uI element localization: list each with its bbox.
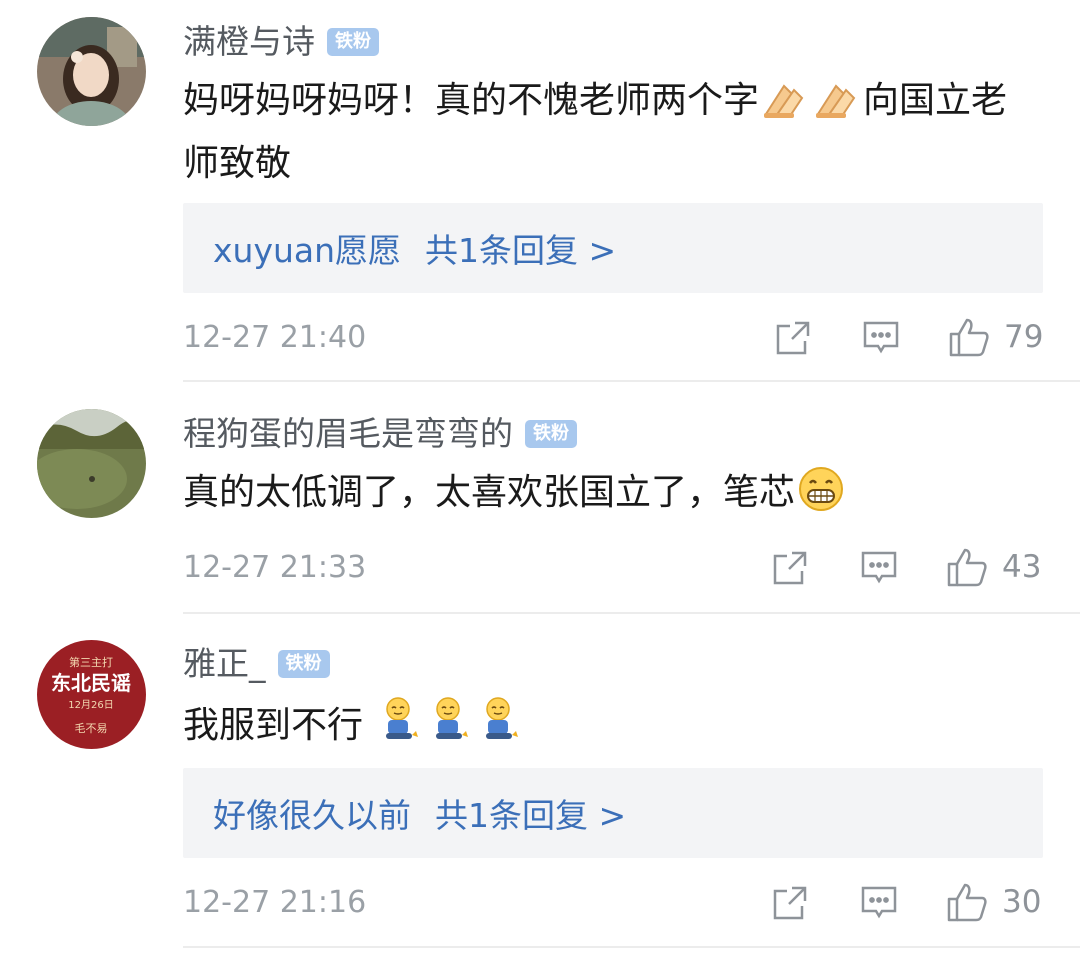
like-count: 79 [1004,319,1044,355]
fan-badge: 铁粉 [327,28,379,56]
comment-button[interactable] [862,320,900,356]
like-count: 43 [1002,549,1042,585]
comment-icon [863,321,899,354]
share-button[interactable] [772,550,808,586]
comment-text-part: 真的太低调了，太喜欢张国立了，笔芯 [183,472,796,513]
kneel-icon [428,695,472,761]
share-button[interactable] [772,885,808,921]
comment-text: 我服到不行 [183,695,1043,761]
username-text[interactable]: 满橙与诗 [183,20,315,64]
share-icon [776,321,810,355]
comment-button[interactable] [860,885,898,921]
comment-text-part: 妈呀妈呀妈呀！真的不愧老师两个字 [183,80,760,121]
share-icon [773,551,807,585]
comment-item: 满橙与诗 铁粉 妈呀妈呀妈呀！真的不愧老师两个字 向国立老师致敬 xuyuan愿愿… [0,0,1080,382]
comment-text: 真的太低调了，太喜欢张国立了，笔芯 [183,465,1043,528]
username-text[interactable]: 程狗蛋的眉毛是弯弯的 [183,412,513,456]
avatar-text: 第三主打 [69,655,113,669]
comment-text-part: 我服到不行 [183,705,364,746]
thumbs-up-icon [947,883,987,922]
comment-item: 第三主打 东北民谣 12月26日 毛不易 雅正_ 铁粉 我服到不行 好像很久以前… [0,614,1080,954]
pray-hands-icon [814,80,860,136]
avatar[interactable]: 第三主打 东北民谣 12月26日 毛不易 [37,640,146,749]
like-button[interactable]: 43 [946,546,1041,588]
like-count: 30 [1002,884,1042,920]
comment-time: 12-27 21:40 [183,320,367,355]
fan-badge: 铁粉 [525,420,577,448]
like-button[interactable]: 30 [946,881,1041,923]
like-button[interactable]: 79 [948,316,1043,358]
reply-preview[interactable]: xuyuan愿愿 共1条回复 > [183,203,1043,293]
comment-icon [861,551,897,584]
avatar-text: 12月26日 [68,699,113,711]
comment-item: 程狗蛋的眉毛是弯弯的 铁粉 真的太低调了，太喜欢张国立了，笔芯 12-27 21… [0,382,1080,614]
reply-count-link[interactable]: 共1条回复 > [425,224,616,272]
grin-face-icon [798,466,844,528]
avatar[interactable] [37,409,146,518]
username[interactable]: 满橙与诗 铁粉 [183,20,379,64]
thumbs-up-icon [947,548,987,587]
avatar-text: 东北民谣 [51,671,131,695]
divider [183,946,1080,948]
reply-count-link[interactable]: 共1条回复 > [435,789,626,837]
share-icon [773,886,807,920]
reply-author[interactable]: 好像很久以前 [213,789,411,837]
avatar[interactable] [37,17,146,126]
reply-preview[interactable]: 好像很久以前 共1条回复 > [183,768,1043,858]
kneel-icon [478,695,522,761]
username[interactable]: 程狗蛋的眉毛是弯弯的 铁粉 [183,412,577,456]
comment-time: 12-27 21:33 [183,550,367,585]
comment-icon [861,886,897,919]
share-button[interactable] [775,320,811,356]
avatar-text: 毛不易 [75,722,108,735]
pray-hands-icon [762,80,808,136]
comment-text: 妈呀妈呀妈呀！真的不愧老师两个字 向国立老师致敬 [183,73,1043,191]
comment-button[interactable] [860,550,898,586]
reply-author[interactable]: xuyuan愿愿 [213,224,401,272]
fan-badge: 铁粉 [277,650,330,678]
kneel-icon [378,695,422,761]
thumbs-up-icon [949,318,989,357]
username-text[interactable]: 雅正_ [183,642,266,686]
comment-time: 12-27 21:16 [183,885,367,920]
username[interactable]: 雅正_ 铁粉 [183,642,330,686]
